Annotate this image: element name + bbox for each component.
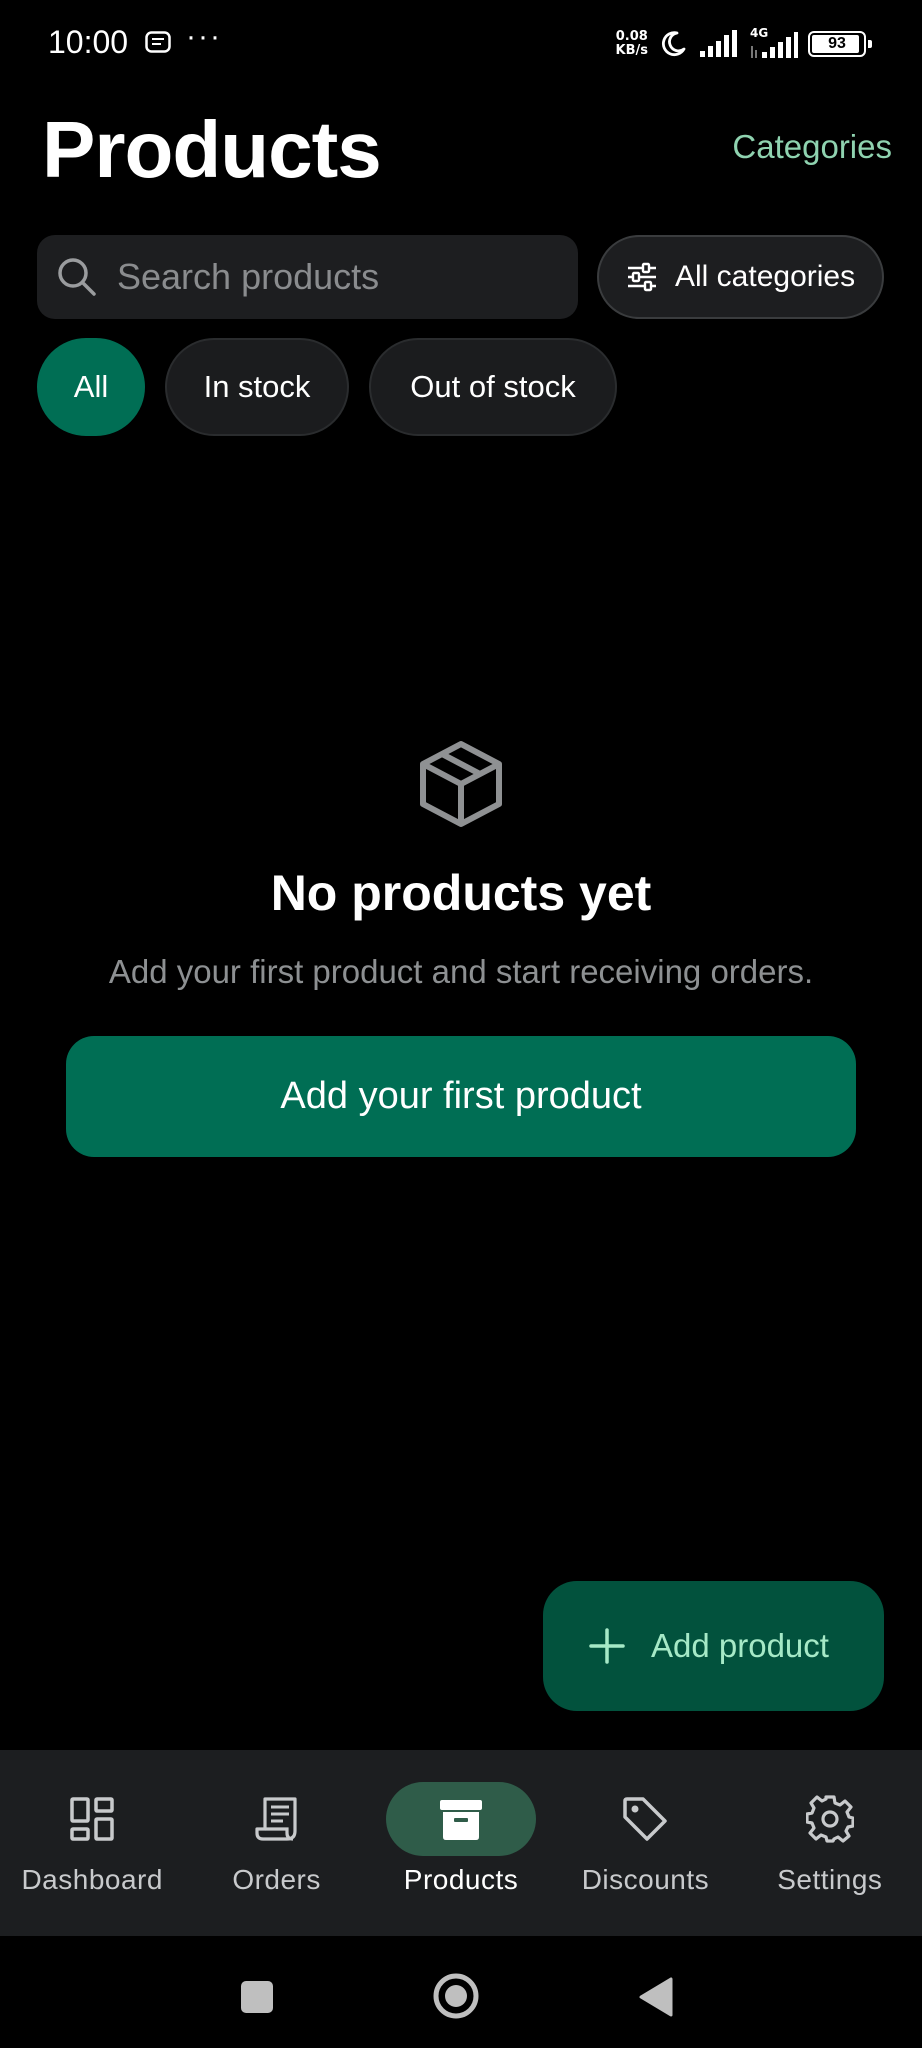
chip-all[interactable]: All [37, 338, 145, 436]
status-time: 10:00 [48, 24, 129, 60]
nav-item-settings[interactable]: Settings [738, 1750, 922, 1936]
tag-icon [623, 1797, 668, 1841]
back-button[interactable] [638, 1976, 674, 2018]
nav-item-products[interactable]: Products [369, 1750, 553, 1936]
add-product-label: Add product [651, 1627, 829, 1664]
add-product-fab[interactable]: Add product [543, 1581, 884, 1711]
empty-state-title: No products yet [270, 865, 652, 921]
stock-filter-chips: All In stock Out of stock [37, 338, 617, 436]
nav-label: Discounts [581, 1864, 710, 1895]
bottom-nav: Dashboard Orders Products Discounts Sett… [0, 1750, 922, 1936]
nav-label: Products [403, 1864, 519, 1895]
archive-box-icon [440, 1800, 483, 1840]
system-nav-bar [0, 1936, 922, 2048]
recents-button[interactable] [240, 1980, 274, 2014]
moon-icon [662, 31, 686, 57]
package-box-icon [420, 741, 502, 827]
receipt-icon [255, 1797, 297, 1841]
nav-label: Settings [777, 1864, 883, 1895]
nav-pill [755, 1782, 905, 1856]
home-button[interactable] [432, 1972, 480, 2020]
categories-link[interactable]: Categories [732, 128, 892, 166]
status-right-icons: 0.08 KB/s 4G 93 [615, 26, 872, 62]
all-categories-label: All categories [675, 260, 856, 293]
add-first-product-button[interactable]: Add your first product [66, 1036, 856, 1157]
battery-tip [868, 40, 872, 48]
empty-state-subtitle: Add your first product and start receivi… [108, 953, 814, 990]
plus-icon [589, 1628, 625, 1664]
signal-4g-icon: 4G [748, 26, 798, 60]
nav-pill-active [386, 1782, 537, 1856]
more-notifications-icon: ··· [186, 20, 222, 53]
status-bar: 10:00 ··· 0.08 KB/s 4G 93 [0, 0, 922, 86]
gear-icon [805, 1795, 854, 1843]
net-speed: 0.08 KB/s [615, 29, 648, 58]
battery-icon: 93 [808, 31, 872, 57]
nav-item-discounts[interactable]: Discounts [553, 1750, 737, 1936]
signal-icon [700, 30, 737, 57]
nav-item-dashboard[interactable]: Dashboard [0, 1750, 184, 1936]
dashboard-icon [70, 1797, 114, 1841]
all-categories-button[interactable]: All categories [597, 235, 884, 319]
nav-pill [202, 1782, 352, 1856]
chip-in-stock[interactable]: In stock [165, 338, 349, 436]
page-title: Products [42, 105, 382, 194]
nav-label: Dashboard [21, 1864, 163, 1895]
search-input[interactable] [117, 256, 557, 298]
nav-item-orders[interactable]: Orders [184, 1750, 368, 1936]
nav-pill [570, 1782, 720, 1856]
chip-out-of-stock[interactable]: Out of stock [369, 338, 617, 436]
nav-label: Orders [232, 1864, 321, 1895]
message-icon [145, 31, 171, 53]
search-box[interactable] [37, 235, 578, 319]
search-icon [58, 258, 96, 296]
filter-sliders-icon [628, 262, 656, 292]
nav-pill [17, 1782, 167, 1856]
